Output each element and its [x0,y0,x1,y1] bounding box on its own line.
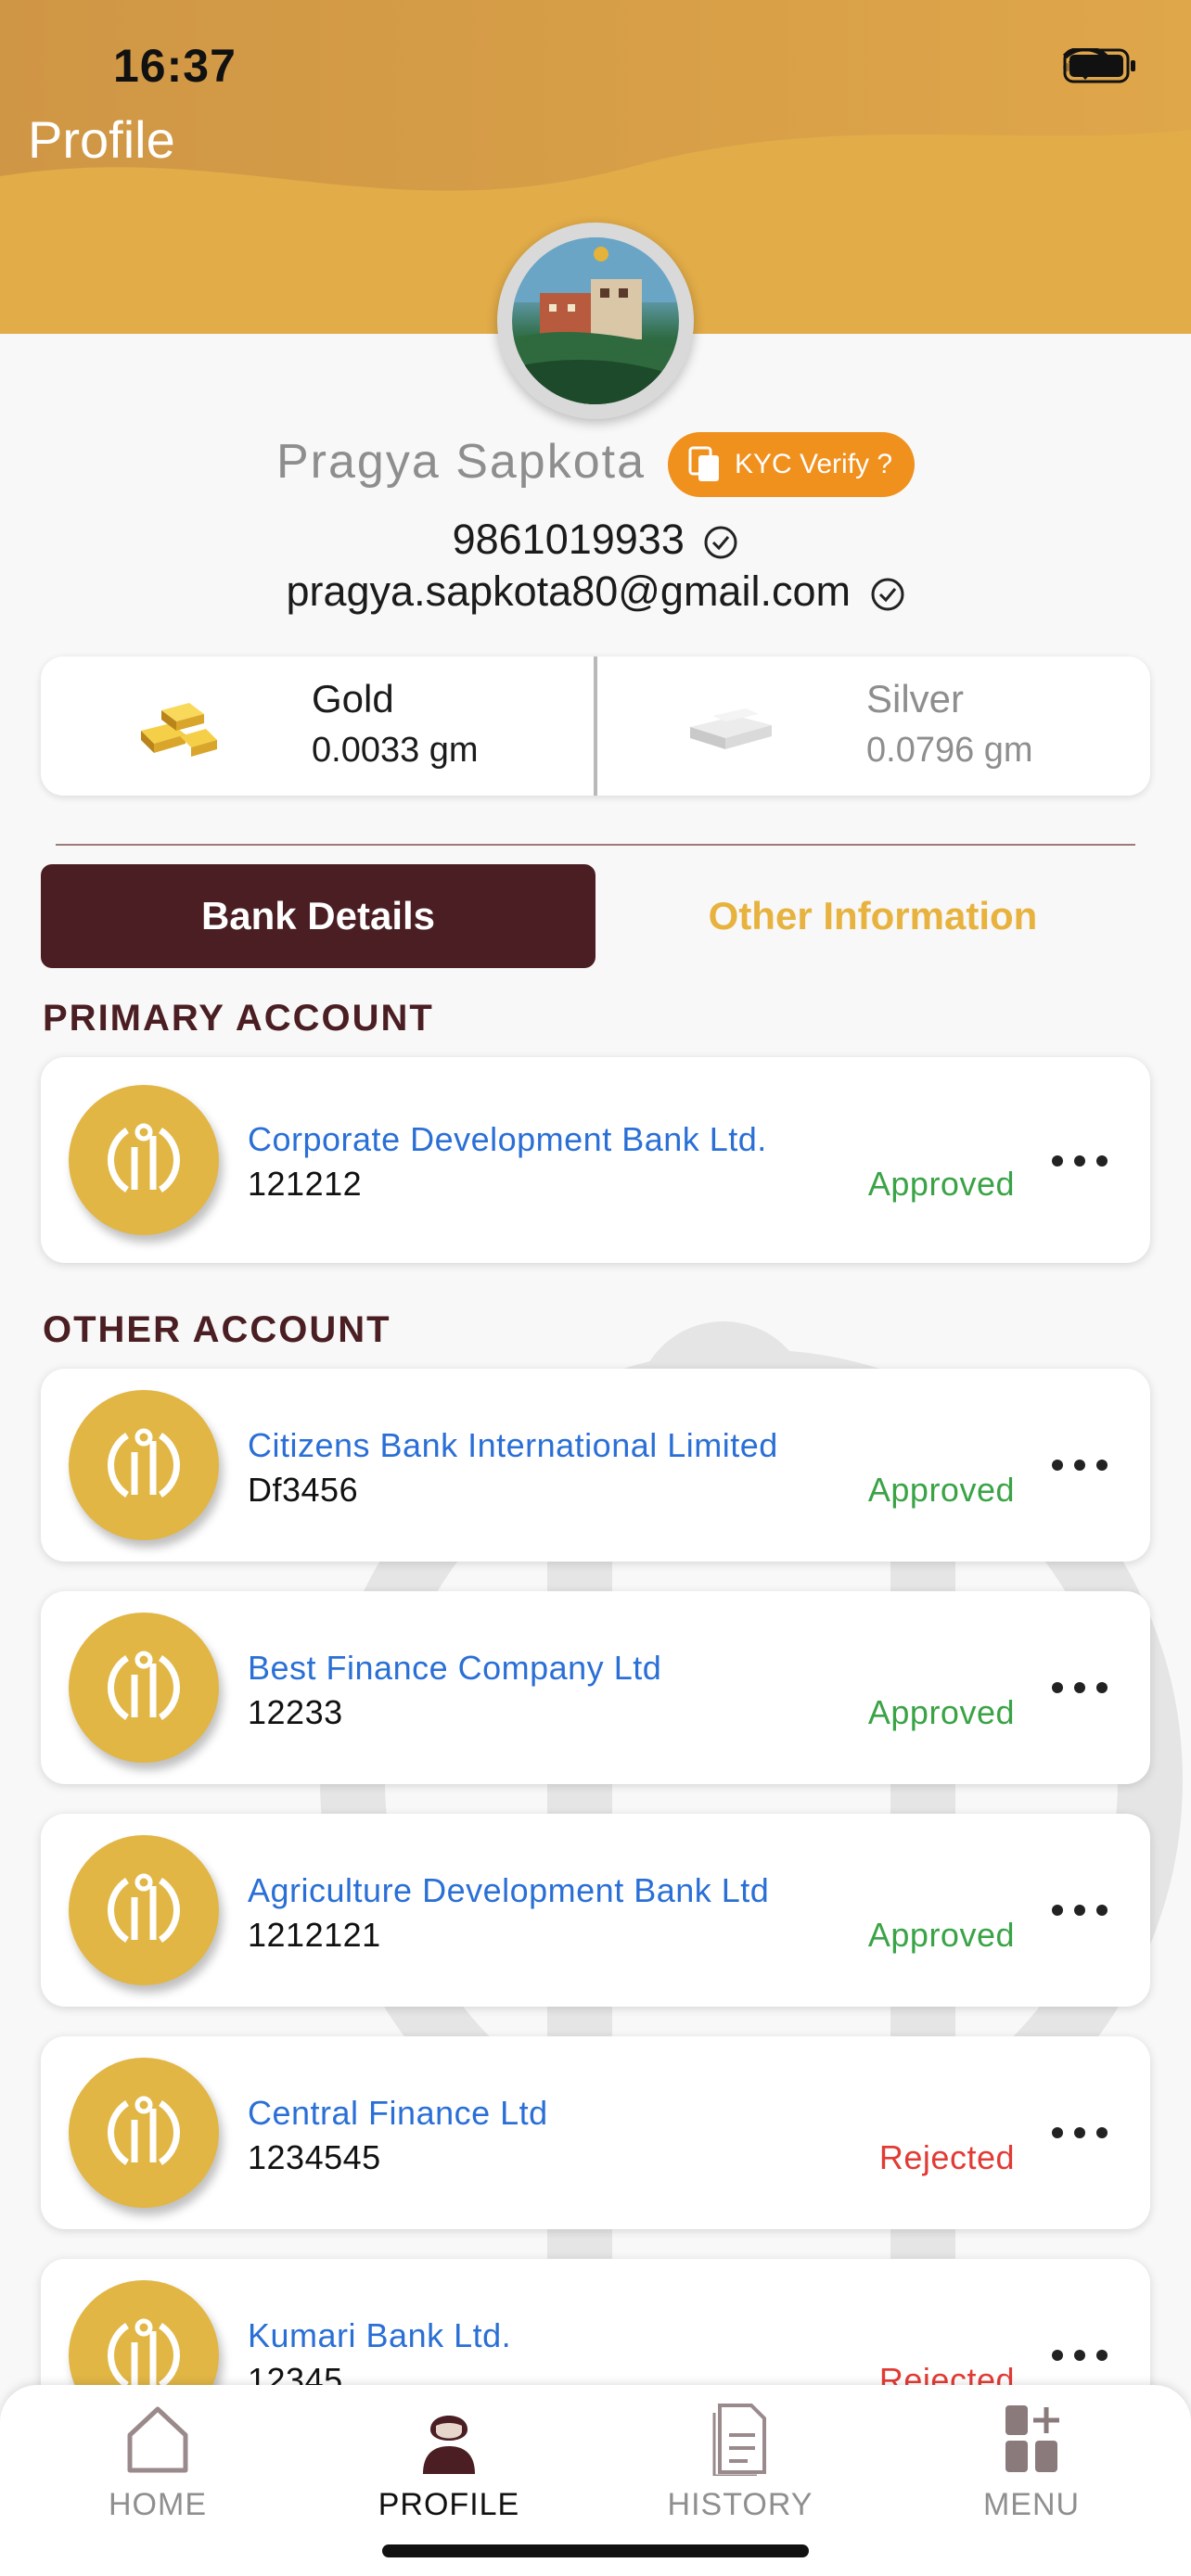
home-icon [127,2406,188,2473]
more-options-icon[interactable] [1052,1892,1108,1929]
other-account-heading: OTHER ACCOUNT [43,1309,391,1350]
nav-home-label: HOME [109,2487,207,2522]
bank-name: Best Finance Company Ltd [248,1649,662,1687]
profile-name: Pragya Sapkota [276,435,647,489]
account-number: 121212 [248,1165,363,1203]
tab-other-information[interactable]: Other Information [596,864,1150,968]
bank-logo-icon [108,2318,180,2388]
primary-account-card[interactable]: Corporate Development Bank Ltd. 121212 A… [41,1057,1150,1263]
nav-history[interactable]: HISTORY [638,2402,842,2523]
profile-screen: 16:37 Profile Pragya Sapkota KYC Verify … [0,0,1191,2576]
other-account-card[interactable]: Citizens Bank International Limited Df34… [41,1369,1150,1562]
status-icons [1063,48,1135,85]
status-badge: Approved [867,1165,1015,1203]
bank-logo-icon [108,1123,180,1192]
verified-check-icon [871,578,903,611]
tab-bank-details[interactable]: Bank Details [41,864,596,968]
other-account-card[interactable]: Agriculture Development Bank Ltd 1212121… [41,1814,1150,2007]
gold-label: Gold [312,677,394,721]
bank-name: Citizens Bank International Limited [248,1426,778,1464]
more-options-icon[interactable] [1052,1142,1108,1180]
bank-name: Central Finance Ltd [248,2094,548,2132]
verified-check-icon [704,526,737,559]
bank-logo [69,1835,219,1985]
bank-name: Corporate Development Bank Ltd. [248,1120,767,1158]
silver-label: Silver [866,677,965,721]
status-badge: Rejected [878,2138,1015,2176]
account-number: Df3456 [248,1471,359,1509]
more-options-icon[interactable] [1052,2337,1108,2374]
more-options-icon[interactable] [1052,1447,1108,1484]
primary-account-heading: PRIMARY ACCOUNT [43,998,434,1039]
page-title: Profile [28,110,175,169]
bank-logo [69,1613,219,1763]
user-icon [423,2416,475,2474]
document-copy-icon [688,446,719,481]
metal-balance-card: Gold 0.0033 gm Silver 0.0796 gm [41,657,1150,796]
nav-history-label: HISTORY [667,2487,813,2522]
more-options-icon[interactable] [1052,2114,1108,2151]
gold-bars-icon [141,703,217,757]
bank-logo-icon [108,1651,180,1720]
bank-logo [69,1085,219,1235]
avatar[interactable] [497,223,694,419]
account-number: 12233 [248,1693,343,1731]
battery-icon [1063,48,1135,83]
nav-profile[interactable]: PROFILE [347,2402,551,2523]
email-row: pragya.sapkota80@gmail.com [0,567,1191,616]
status-badge: Approved [867,1471,1015,1509]
home-indicator[interactable] [382,2544,809,2557]
kyc-verify-label: KYC Verify ? [735,449,893,479]
gold-value: 0.0033 gm [312,731,479,770]
balance-divider [594,657,597,796]
bank-name: Kumari Bank Ltd. [248,2316,512,2354]
avatar-photo [512,237,679,404]
nav-profile-label: PROFILE [378,2487,520,2522]
silver-value: 0.0796 gm [866,731,1033,770]
section-divider [56,844,1135,846]
bank-logo [69,1390,219,1540]
email-address: pragya.sapkota80@gmail.com [286,567,851,615]
bank-logo-icon [108,1428,180,1498]
bank-logo-icon [108,1873,180,1943]
kyc-verify-button[interactable]: KYC Verify ? [668,432,915,497]
nav-menu-label: MENU [982,2487,1081,2522]
silver-bars-icon [690,708,772,749]
phone-number: 9861019933 [452,516,685,563]
status-badge: Approved [867,1916,1015,1954]
bank-name: Agriculture Development Bank Ltd [248,1871,770,1909]
status-badge: Approved [867,1693,1015,1731]
account-number: 1234545 [248,2138,381,2176]
grid-add-icon [1005,2405,1059,2472]
phone-row: 9861019933 [0,516,1191,564]
nav-menu[interactable]: MENU [929,2402,1133,2523]
bank-logo-icon [108,2096,180,2165]
account-number: 1212121 [248,1916,381,1954]
other-account-card[interactable]: Best Finance Company Ltd 12233 Approved [41,1591,1150,1784]
bank-logo [69,2058,219,2208]
other-account-card[interactable]: Central Finance Ltd 1234545 Rejected [41,2036,1150,2229]
more-options-icon[interactable] [1052,1669,1108,1706]
nav-home[interactable]: HOME [56,2402,260,2523]
status-time: 16:37 [113,40,237,92]
document-icon [712,2404,766,2476]
